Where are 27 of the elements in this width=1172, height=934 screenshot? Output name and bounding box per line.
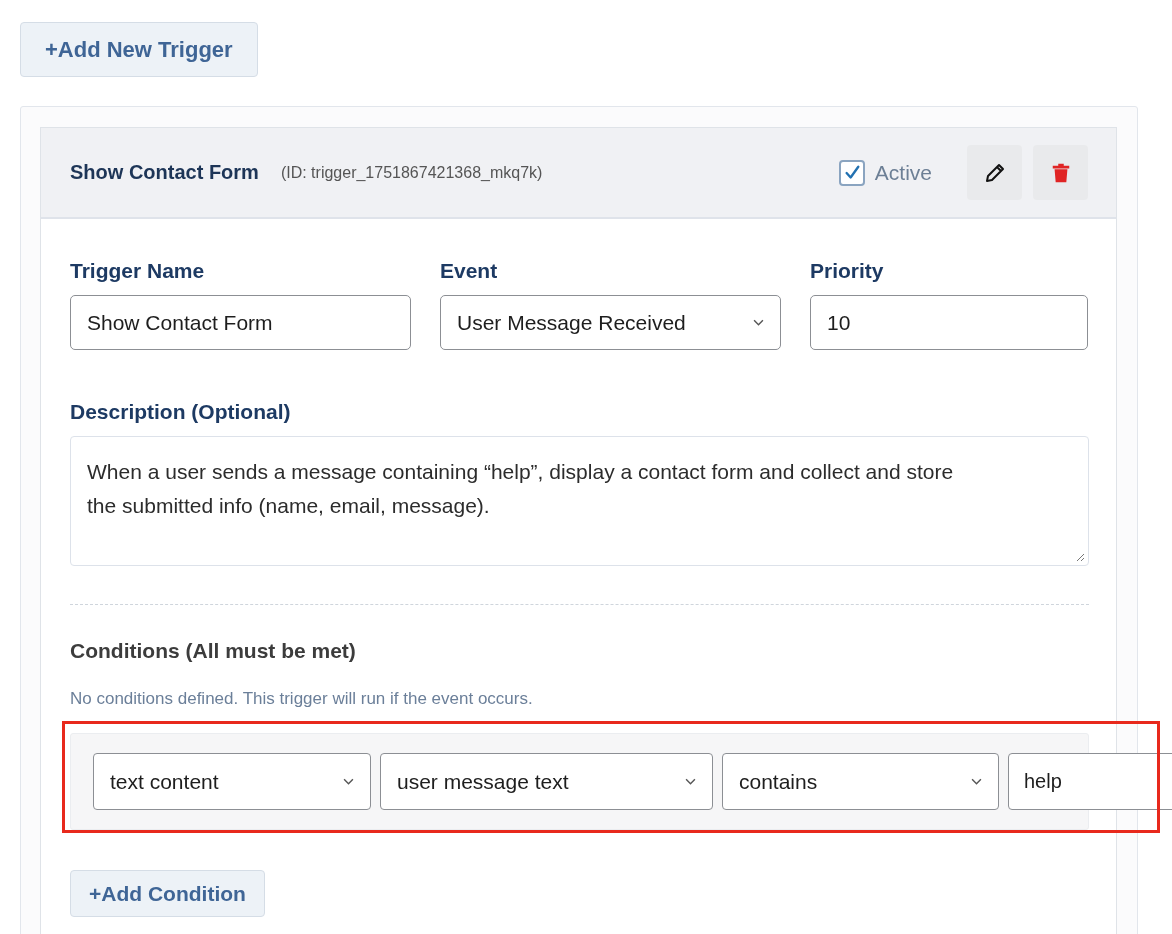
chevron-down-icon bbox=[753, 319, 764, 326]
add-trigger-button[interactable]: +Add New Trigger bbox=[20, 22, 258, 77]
field-label: Description (Optional) bbox=[70, 400, 291, 424]
conditions-heading: Conditions (All must be met) bbox=[70, 639, 356, 663]
chevron-down-icon bbox=[343, 778, 354, 785]
active-checkbox[interactable] bbox=[838, 159, 865, 186]
chevron-down-icon bbox=[685, 778, 696, 785]
field-label: Trigger Name bbox=[70, 259, 206, 283]
trigger-id: (ID: trigger_1751867421368_mkq7k) bbox=[280, 163, 543, 182]
resize-grip-icon bbox=[1075, 552, 1085, 562]
add-condition-button[interactable]: +Add Condition bbox=[70, 870, 265, 917]
conditions-note: No conditions defined. This trigger will run if the event occurs. bbox=[70, 689, 533, 709]
chevron-down-icon bbox=[971, 778, 982, 785]
text-input[interactable]: 10 bbox=[810, 295, 1088, 350]
condition-select[interactable]: user message text bbox=[380, 753, 713, 810]
field-label: Event bbox=[440, 259, 499, 283]
text-input[interactable]: Show Contact Form bbox=[70, 295, 411, 350]
condition-value-input[interactable]: help bbox=[1008, 753, 1172, 810]
trigger-title: Show Contact Form bbox=[70, 161, 259, 184]
event-select[interactable]: User Message Received bbox=[440, 295, 781, 350]
delete-button[interactable] bbox=[1033, 145, 1088, 200]
description-textarea[interactable]: When a user sends a message containing “help”, display a contact form and collect and store the submitted info (name, email, message). bbox=[70, 436, 1089, 566]
active-label: Active bbox=[874, 160, 932, 185]
edit-button[interactable] bbox=[967, 145, 1022, 200]
condition-select[interactable]: contains bbox=[722, 753, 999, 810]
field-label: Priority bbox=[810, 259, 885, 283]
condition-select[interactable]: text content bbox=[93, 753, 371, 810]
